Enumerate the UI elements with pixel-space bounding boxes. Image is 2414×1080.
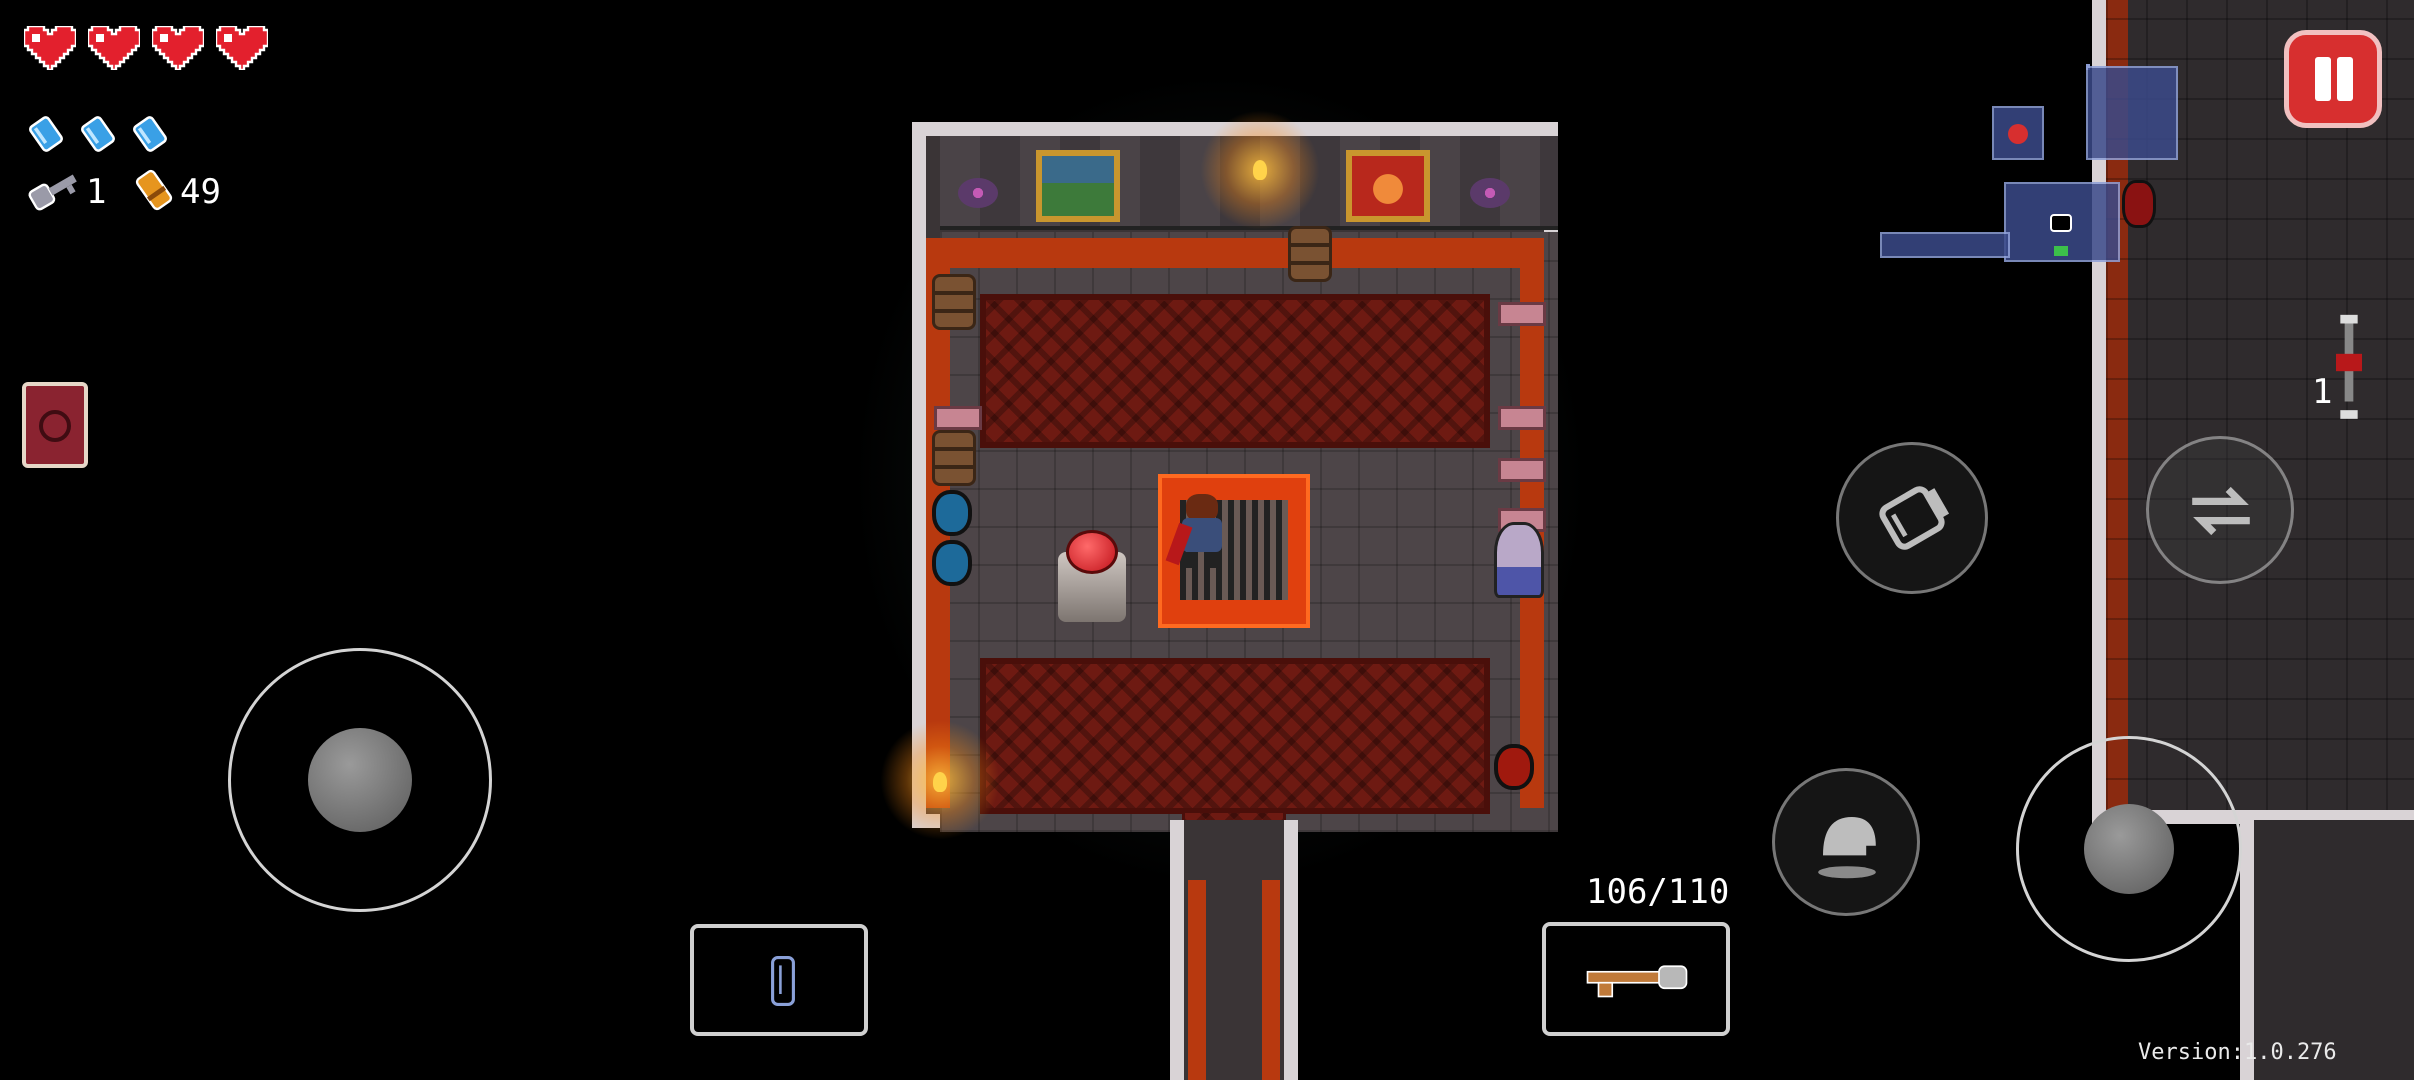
minimap-elevator-icon <box>2054 246 2068 256</box>
pause-button[interactable] <box>2284 30 2382 128</box>
minimap-room <box>2086 66 2178 160</box>
aim-joystick-knob[interactable] <box>2084 804 2174 894</box>
swap-weapon-button[interactable] <box>2146 436 2294 584</box>
full-heart-icon <box>24 26 76 70</box>
version-label: Version:1.0.276 <box>2138 1040 2337 1065</box>
secondary-item-count: 1 <box>2312 372 2333 412</box>
bench <box>1498 302 1546 326</box>
secondary-item-icon <box>2336 314 2362 419</box>
barrel <box>932 274 976 330</box>
npc-ghost <box>1494 522 1544 598</box>
swap-weapon-icon <box>2192 486 2250 536</box>
barrel <box>1288 226 1332 282</box>
carpet-upper <box>980 294 1490 448</box>
full-heart-icon <box>216 26 268 70</box>
bench <box>934 406 982 430</box>
keys-count: 1 <box>86 172 107 212</box>
room-exit-corridor <box>1170 820 1298 1080</box>
red-button-switch <box>1066 530 1118 574</box>
blank-icon <box>29 116 63 152</box>
red-pot <box>1494 744 1534 790</box>
minimap[interactable] <box>1870 60 2178 270</box>
barrel <box>932 430 976 486</box>
health-bar <box>24 26 284 74</box>
blanks-bar <box>28 116 178 156</box>
move-joystick-knob[interactable] <box>308 728 412 832</box>
gun-slot[interactable] <box>1542 922 1730 1036</box>
minimap-player-icon <box>2050 214 2072 232</box>
blank-icon <box>133 116 167 152</box>
torch-flame-bottom <box>933 772 947 792</box>
lava-trim-top <box>926 238 1544 268</box>
portrait-painting <box>1346 150 1430 222</box>
gun-icon <box>1586 965 1688 998</box>
dodge-roll-button[interactable] <box>1772 768 1920 916</box>
reload-button[interactable] <box>1836 442 1988 594</box>
minimap-shopkeeper-icon <box>2008 124 2028 144</box>
key-icon <box>28 174 77 211</box>
blank-icon <box>81 116 115 152</box>
carpet-lower <box>980 658 1490 814</box>
shells-count: 49 <box>180 172 221 212</box>
blue-pot <box>932 490 972 536</box>
potted-plant-right <box>1470 178 1510 208</box>
minimap-corridor <box>1880 232 2010 258</box>
landscape-painting <box>1036 150 1120 222</box>
bench <box>1498 406 1546 430</box>
player-character <box>1165 494 1228 570</box>
full-heart-icon <box>88 26 140 70</box>
spellbook-icon[interactable] <box>22 382 88 468</box>
blue-pot <box>932 540 972 586</box>
potted-plant-left <box>958 178 998 208</box>
full-heart-icon <box>152 26 204 70</box>
blank-item-icon <box>771 956 795 1006</box>
reload-icon <box>1879 486 1950 550</box>
shell-currency-icon <box>135 169 173 211</box>
blank-item-slot[interactable] <box>690 924 868 1036</box>
torch-flame-top <box>1253 160 1267 180</box>
dodge-roll-icon <box>1818 817 1876 879</box>
bench <box>1498 458 1546 482</box>
ammo-counter: 106/110 <box>1586 872 1730 912</box>
